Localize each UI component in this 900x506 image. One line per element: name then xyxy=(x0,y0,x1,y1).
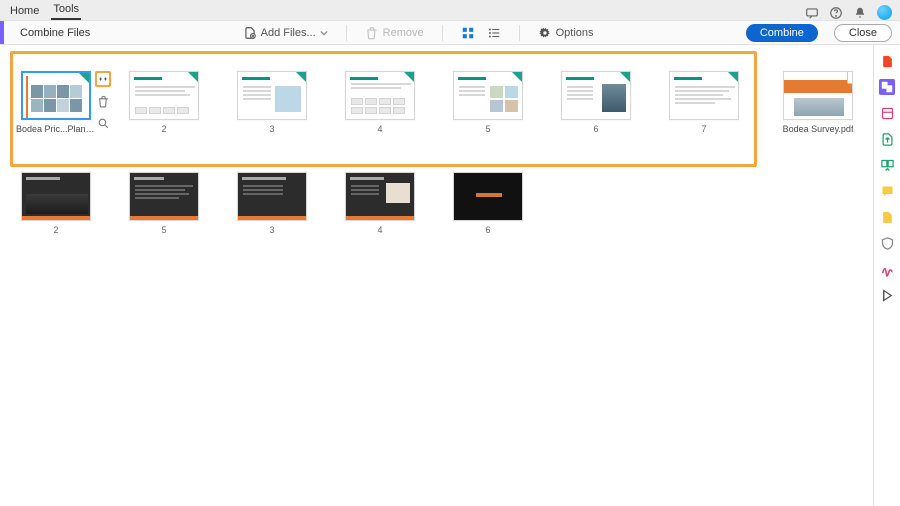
file-tile[interactable]: Bodea Pric...Plans.ppt xyxy=(21,71,91,134)
file-tile[interactable]: 2 xyxy=(21,172,91,235)
comment-icon[interactable] xyxy=(879,183,895,199)
thumb[interactable] xyxy=(453,172,523,221)
file-caption: Bodea Survey.pdf xyxy=(783,124,854,134)
page-title: Combine Files xyxy=(20,27,90,39)
remove-label: Remove xyxy=(383,27,424,39)
remove-button[interactable]: Remove xyxy=(361,24,428,42)
file-tile[interactable]: 6 xyxy=(561,71,631,134)
thumb[interactable] xyxy=(345,172,415,221)
bell-icon[interactable] xyxy=(853,6,867,20)
expand-icon xyxy=(98,74,108,84)
combine-files-icon[interactable] xyxy=(879,79,895,95)
thumb-row-1: Bodea Pric...Plans.ppt xyxy=(21,71,863,134)
file-caption: Bodea Pric...Plans.ppt xyxy=(16,124,96,134)
thumb[interactable] xyxy=(21,71,91,120)
organize-icon[interactable] xyxy=(879,157,895,173)
export-icon[interactable] xyxy=(879,131,895,147)
combine-button[interactable]: Combine xyxy=(746,24,818,42)
top-tabs: Home Tools xyxy=(8,0,81,20)
page-number: 2 xyxy=(161,124,166,134)
chat-icon[interactable] xyxy=(805,6,819,20)
export-pdf-icon[interactable] xyxy=(879,53,895,69)
zoom-tile-button[interactable] xyxy=(95,115,111,131)
add-files-button[interactable]: Add Files... xyxy=(239,24,332,42)
file-tile[interactable]: 4 xyxy=(345,172,415,235)
tab-tools[interactable]: Tools xyxy=(51,0,81,20)
chevron-down-icon xyxy=(320,29,328,37)
gear-icon xyxy=(538,26,552,40)
options-button[interactable]: Options xyxy=(534,24,598,42)
thumb[interactable] xyxy=(237,71,307,120)
delete-tile-button[interactable] xyxy=(95,93,111,109)
expand-file-button[interactable] xyxy=(847,71,853,84)
list-icon xyxy=(487,26,501,40)
thumb[interactable] xyxy=(669,71,739,120)
separator xyxy=(519,25,520,41)
thumb[interactable] xyxy=(453,71,523,120)
combine-toolbar: Combine Files Add Files... Remove Option… xyxy=(0,20,900,45)
file-tile[interactable]: 3 xyxy=(237,71,307,134)
sign-icon[interactable] xyxy=(879,261,895,277)
trash-icon xyxy=(97,95,110,108)
page-number: 2 xyxy=(53,225,58,235)
avatar[interactable] xyxy=(877,5,892,20)
shield-icon[interactable] xyxy=(879,235,895,251)
add-files-icon xyxy=(243,26,257,40)
file-tile[interactable]: Bodea Survey.pdf xyxy=(783,71,853,134)
options-label: Options xyxy=(556,27,594,39)
file-tile[interactable]: 5 xyxy=(453,71,523,134)
file-tile[interactable]: 4 xyxy=(345,71,415,134)
expand-tile-button[interactable] xyxy=(95,71,111,87)
file-tile[interactable]: 7 xyxy=(669,71,739,134)
page-number: 4 xyxy=(377,124,382,134)
right-tool-rail xyxy=(873,45,900,506)
thumb[interactable] xyxy=(129,172,199,221)
page-number: 6 xyxy=(485,225,490,235)
thumb[interactable] xyxy=(129,71,199,120)
page-number: 3 xyxy=(269,225,274,235)
view-list-button[interactable] xyxy=(483,24,505,42)
thumbnail-canvas[interactable]: Bodea Pric...Plans.ppt xyxy=(0,45,873,506)
protect-file-icon[interactable] xyxy=(879,209,895,225)
expand-icon xyxy=(851,71,854,81)
separator xyxy=(442,25,443,41)
grid-icon xyxy=(461,26,475,40)
edit-pdf-icon[interactable] xyxy=(879,105,895,121)
file-tile[interactable]: 2 xyxy=(129,71,199,134)
tile-actions xyxy=(95,71,111,131)
thumb[interactable] xyxy=(561,71,631,120)
file-tile[interactable]: 5 xyxy=(129,172,199,235)
page-number: 5 xyxy=(485,124,490,134)
add-files-label: Add Files... xyxy=(261,27,316,39)
close-button[interactable]: Close xyxy=(834,24,892,42)
thumb[interactable] xyxy=(21,172,91,221)
redact-icon[interactable] xyxy=(879,287,895,303)
file-tile[interactable]: 3 xyxy=(237,172,307,235)
accent-bar xyxy=(0,21,4,44)
view-toggle xyxy=(457,24,505,42)
page-number: 4 xyxy=(377,225,382,235)
thumb[interactable] xyxy=(783,71,853,120)
page-number: 5 xyxy=(161,225,166,235)
page-number: 3 xyxy=(269,124,274,134)
titlebar-right xyxy=(805,5,892,20)
magnifier-icon xyxy=(97,117,110,130)
tab-home[interactable]: Home xyxy=(8,2,41,20)
file-tile[interactable]: 6 xyxy=(453,172,523,235)
view-grid-button[interactable] xyxy=(457,24,479,42)
page-number: 7 xyxy=(701,124,706,134)
separator xyxy=(346,25,347,41)
thumb[interactable] xyxy=(345,71,415,120)
thumb-row-2: 2 5 3 xyxy=(21,172,863,235)
titlebar: Home Tools xyxy=(0,0,900,20)
trash-icon xyxy=(365,26,379,40)
page-number: 6 xyxy=(593,124,598,134)
main: Bodea Pric...Plans.ppt xyxy=(0,45,900,506)
help-icon[interactable] xyxy=(829,6,843,20)
thumb[interactable] xyxy=(237,172,307,221)
